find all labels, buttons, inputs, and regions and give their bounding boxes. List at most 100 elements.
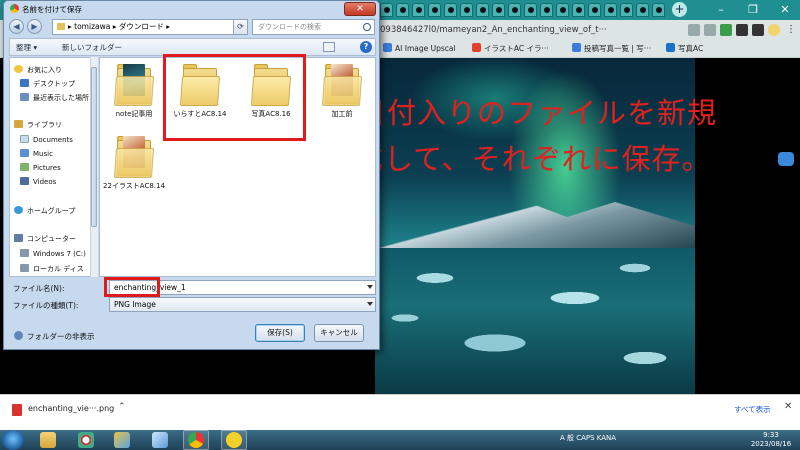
browser-tab[interactable] <box>428 3 441 17</box>
new-folder-button[interactable]: 新しいフォルダー <box>62 42 122 53</box>
browser-tab[interactable] <box>588 3 601 17</box>
nav-computer[interactable]: コンピューター <box>14 234 76 244</box>
browser-tab[interactable] <box>492 3 505 17</box>
chevron-up-icon[interactable]: ⌃ <box>118 402 126 412</box>
refresh-button[interactable]: ⟳ <box>233 19 248 35</box>
view-options-icon[interactable] <box>323 42 335 52</box>
nav-pane-scroll-thumb[interactable] <box>91 67 97 227</box>
share-icon[interactable] <box>688 24 700 36</box>
browser-tab[interactable] <box>556 3 569 17</box>
annotation-line: ④日付入りのファイルを新規 <box>330 96 717 130</box>
browser-tab[interactable] <box>396 3 409 17</box>
browser-tab[interactable] <box>540 3 553 17</box>
back-button[interactable]: ◀ <box>9 19 24 34</box>
search-input[interactable]: ダウンロードの検索 <box>252 19 375 35</box>
nav-local-disk[interactable]: ローカル ディス <box>20 264 84 274</box>
filetype-row: ファイルの種類(T): PNG Image <box>9 297 376 313</box>
address-bar[interactable]: 093846427l0/mameyan2_An_enchanting_view_… <box>380 22 680 38</box>
chevron-down-icon[interactable] <box>367 285 373 289</box>
nav-libraries[interactable]: ライブラリ <box>14 120 62 130</box>
nav-label: ライブラリ <box>27 121 62 129</box>
organize-menu[interactable]: 整理 ▾ <box>16 42 37 53</box>
breadcrumb[interactable]: ▸ tomizawa ▸ ダウンロード ▸ <box>52 19 248 35</box>
bookmark-item[interactable]: イラストAC イラ··· <box>472 43 549 55</box>
help-icon[interactable]: ? <box>360 41 372 53</box>
profile-avatar[interactable] <box>768 24 780 36</box>
system-tray[interactable]: A 般 CAPS KANA <box>560 433 616 447</box>
browser-tab[interactable] <box>604 3 617 17</box>
clock[interactable]: 9:33 2023/08/16 <box>744 430 798 450</box>
annotation-line: 作成して、それぞれに保存。 <box>324 142 712 176</box>
nav-recent-places[interactable]: 最近表示した場所 <box>20 93 89 103</box>
browser-tab[interactable] <box>412 3 425 17</box>
hide-folders-toggle[interactable]: フォルダーの非表示 <box>14 331 95 342</box>
nav-drive-c[interactable]: Windows 7 (C:) <box>20 249 86 258</box>
folder-item[interactable]: 加工前 <box>310 62 374 119</box>
nav-pictures[interactable]: Pictures <box>20 163 61 172</box>
bookmark-item[interactable]: 投稿写真一覧 | 写··· <box>572 43 651 55</box>
folder-item[interactable]: note記事用 <box>102 62 166 119</box>
nav-label: Documents <box>33 136 73 144</box>
folder-item[interactable]: 22イラストAC8.14 <box>102 134 166 191</box>
filetype-select[interactable]: PNG Image <box>109 297 376 312</box>
nav-homegroup[interactable]: ホームグループ <box>14 206 75 216</box>
drawing-app-icon[interactable] <box>114 432 130 448</box>
nav-music[interactable]: Music <box>20 149 53 158</box>
nav-videos[interactable]: Videos <box>20 177 56 186</box>
library-icon <box>14 120 23 128</box>
folder-label: note記事用 <box>115 110 153 118</box>
chevron-down-icon[interactable] <box>367 302 373 306</box>
file-icon <box>12 404 22 416</box>
notes-app-icon[interactable] <box>152 432 168 448</box>
side-panel-icon[interactable] <box>752 24 764 36</box>
close-window-button[interactable]: ✕ <box>770 0 800 20</box>
recent-places-icon <box>20 93 29 101</box>
minimize-button[interactable]: – <box>706 0 736 20</box>
folder-icon <box>57 23 65 30</box>
nav-label: デスクトップ <box>33 80 75 88</box>
bookmark-item[interactable]: AI Image Upscal <box>383 43 456 55</box>
new-tab-button[interactable]: + <box>672 2 687 17</box>
browser-tab[interactable] <box>508 3 521 17</box>
browser-tab[interactable] <box>620 3 633 17</box>
forward-button[interactable]: ▶ <box>27 19 42 34</box>
nav-label: 最近表示した場所 <box>33 94 89 102</box>
breadcrumb-item[interactable]: tomizawa <box>74 22 110 31</box>
chat-icon[interactable] <box>778 152 794 166</box>
folder-icon <box>113 62 155 106</box>
bookmark-star-icon[interactable] <box>704 24 716 36</box>
browser-tab[interactable] <box>572 3 585 17</box>
show-all-downloads-link[interactable]: すべて表示 <box>734 404 771 415</box>
start-button[interactable] <box>2 430 24 450</box>
save-button[interactable]: 保存(S) <box>255 324 305 342</box>
nav-favorites[interactable]: お気に入り <box>14 65 62 75</box>
browser-tab[interactable] <box>460 3 473 17</box>
nav-label: Windows 7 (C:) <box>33 250 86 258</box>
filetype-label: ファイルの種類(T): <box>13 301 79 310</box>
save-as-dialog: 名前を付けて保存 ✕ ◀ ▶ ▸ tomizawa ▸ ダウンロード ▸ ⟳ ダ… <box>3 0 380 350</box>
browser-tab[interactable] <box>444 3 457 17</box>
highlight-box <box>104 277 160 297</box>
bookmark-favicon-icon <box>666 43 675 52</box>
browser-tab[interactable] <box>524 3 537 17</box>
extension-icon[interactable] <box>720 24 732 36</box>
browser-tab[interactable] <box>636 3 649 17</box>
download-filename[interactable]: enchanting_vie···.png <box>28 404 114 413</box>
browser-tab[interactable] <box>476 3 489 17</box>
nav-desktop[interactable]: デスクトップ <box>20 79 75 89</box>
documents-icon <box>20 135 29 143</box>
breadcrumb-item[interactable]: ダウンロード <box>119 22 164 31</box>
paint-app-icon[interactable] <box>78 432 94 448</box>
close-dialog-button[interactable]: ✕ <box>344 2 376 16</box>
browser-tab[interactable] <box>380 3 393 17</box>
extension-icon[interactable] <box>736 24 748 36</box>
dialog-title: 名前を付けて保存 <box>22 5 82 14</box>
nav-documents[interactable]: Documents <box>20 135 73 144</box>
browser-tab[interactable] <box>652 3 665 17</box>
file-explorer-icon[interactable] <box>40 432 56 448</box>
close-icon[interactable]: ✕ <box>784 401 792 412</box>
menu-icon[interactable]: ⋮ <box>786 24 798 36</box>
cancel-button[interactable]: キャンセル <box>314 324 364 342</box>
bookmark-item[interactable]: 写真AC <box>666 43 703 55</box>
maximize-button[interactable]: ❐ <box>738 0 768 20</box>
